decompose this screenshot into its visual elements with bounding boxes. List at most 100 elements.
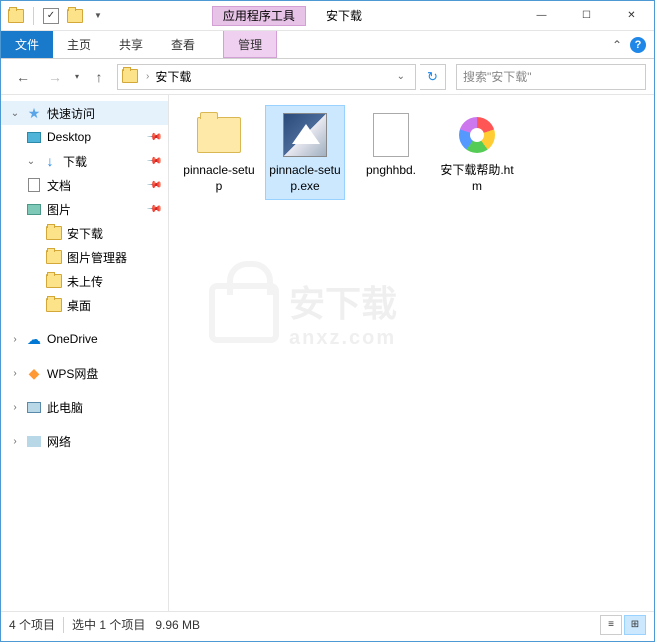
file-name: pinnacle-setup.exe <box>267 163 343 194</box>
sidebar-item-documents[interactable]: 文档 📌 <box>1 173 168 197</box>
pin-icon: 📌 <box>145 129 162 146</box>
help-icon[interactable]: ? <box>630 37 646 53</box>
status-size: 9.96 MB <box>155 618 200 632</box>
view-switcher: ≡ ⊞ <box>600 615 646 635</box>
status-item-count: 4 个项目 <box>9 616 55 633</box>
navigation-bar: ← → ▾ ↑ › 安下载 ⌄ ↻ 搜索"安下载" <box>1 59 654 95</box>
context-tab-label: 应用程序工具 <box>212 6 306 26</box>
ribbon-right: ⌃ ? <box>612 31 654 58</box>
exe-icon <box>281 111 329 159</box>
address-dropdown-icon[interactable]: ⌄ <box>391 71 411 82</box>
sidebar-item-desktop[interactable]: Desktop 📌 <box>1 125 168 149</box>
sidebar-label: 此电脑 <box>47 399 83 416</box>
address-segment[interactable]: 安下载 <box>155 68 191 85</box>
folder-icon <box>45 273 63 289</box>
desktop-icon <box>25 129 43 145</box>
expand-icon[interactable]: › <box>9 402 21 413</box>
address-bar[interactable]: › 安下载 ⌄ <box>117 64 416 90</box>
details-view-button[interactable]: ≡ <box>600 615 622 635</box>
sidebar-label: 文档 <box>47 177 71 194</box>
lock-icon <box>209 283 279 343</box>
up-button[interactable]: ↑ <box>85 63 113 91</box>
sidebar-label: 快速访问 <box>47 105 95 122</box>
new-folder-icon[interactable] <box>64 5 86 27</box>
sidebar-item-desktop2[interactable]: 桌面 <box>1 293 168 317</box>
collapse-icon[interactable]: ⌄ <box>9 108 21 119</box>
pc-icon <box>25 399 43 415</box>
sidebar-item-network[interactable]: › 网络 <box>1 429 168 453</box>
search-placeholder: 搜索"安下载" <box>463 68 532 85</box>
expand-icon[interactable]: › <box>9 436 21 447</box>
watermark-sub: anxz.com <box>289 327 397 350</box>
document-icon <box>25 177 43 193</box>
window-controls: — ☐ ✕ <box>519 1 654 30</box>
sidebar-item-anxiazai[interactable]: 安下载 <box>1 221 168 245</box>
expand-icon[interactable]: ⌄ <box>25 156 37 167</box>
folder-icon <box>45 297 63 313</box>
status-bar: 4 个项目 选中 1 个项目 9.96 MB ≡ ⊞ <box>1 611 654 637</box>
properties-check-icon[interactable]: ✓ <box>40 5 62 27</box>
sidebar-label: WPS网盘 <box>47 365 98 382</box>
folder-icon <box>122 69 140 85</box>
tab-view[interactable]: 查看 <box>157 31 209 58</box>
folder-icon <box>45 249 63 265</box>
navigation-pane: ⌄ ★ 快速访问 Desktop 📌 ⌄ ↓ 下载 📌 文档 📌 图片 📌 安下 <box>1 95 169 611</box>
expand-icon[interactable]: › <box>9 368 21 379</box>
chevron-right-icon[interactable]: › <box>146 71 149 82</box>
pin-icon: 📌 <box>145 177 162 194</box>
sidebar-label: 网络 <box>47 433 71 450</box>
document-icon <box>367 111 415 159</box>
separator <box>33 7 34 25</box>
sidebar-item-downloads[interactable]: ⌄ ↓ 下载 📌 <box>1 149 168 173</box>
refresh-button[interactable]: ↻ <box>420 64 446 90</box>
close-button[interactable]: ✕ <box>609 1 654 30</box>
minimize-button[interactable]: — <box>519 1 564 30</box>
maximize-button[interactable]: ☐ <box>564 1 609 30</box>
tab-share[interactable]: 共享 <box>105 31 157 58</box>
sidebar-label: 安下载 <box>67 225 103 242</box>
separator <box>63 617 64 633</box>
forward-button[interactable]: → <box>41 63 69 91</box>
network-icon <box>25 433 43 449</box>
sidebar-item-wps[interactable]: › ◆ WPS网盘 <box>1 361 168 385</box>
sidebar-label: 未上传 <box>67 273 103 290</box>
star-icon: ★ <box>25 105 43 121</box>
sidebar-item-not-upload[interactable]: 未上传 <box>1 269 168 293</box>
sidebar-item-image-mgr[interactable]: 图片管理器 <box>1 245 168 269</box>
ribbon-tabs: 文件 主页 共享 查看 管理 ⌃ ? <box>1 31 654 59</box>
file-item-doc[interactable]: pnghhbd. <box>351 105 431 200</box>
pin-icon: 📌 <box>145 153 162 170</box>
sidebar-label: Desktop <box>47 130 91 144</box>
quick-access-toolbar: ✓ ▼ <box>1 5 112 27</box>
content-area: ⌄ ★ 快速访问 Desktop 📌 ⌄ ↓ 下载 📌 文档 📌 图片 📌 安下 <box>1 95 654 611</box>
back-button[interactable]: ← <box>9 63 37 91</box>
file-item-folder[interactable]: pinnacle-setup <box>179 105 259 200</box>
pin-icon: 📌 <box>145 201 162 218</box>
qat-dropdown-icon[interactable]: ▼ <box>88 11 108 20</box>
ribbon-collapse-icon[interactable]: ⌃ <box>612 38 622 52</box>
sidebar-item-pictures[interactable]: 图片 📌 <box>1 197 168 221</box>
history-dropdown-icon[interactable]: ▾ <box>73 72 81 81</box>
file-item-htm[interactable]: 安下载帮助.htm <box>437 105 517 200</box>
file-name: pinnacle-setup <box>181 163 257 194</box>
folder-icon[interactable] <box>5 5 27 27</box>
icons-view-button[interactable]: ⊞ <box>624 615 646 635</box>
sidebar-label: 图片 <box>47 201 71 218</box>
sidebar-label: 图片管理器 <box>67 249 127 266</box>
tab-file[interactable]: 文件 <box>1 31 53 58</box>
file-item-exe[interactable]: pinnacle-setup.exe <box>265 105 345 200</box>
tab-home[interactable]: 主页 <box>53 31 105 58</box>
folder-icon <box>45 225 63 241</box>
file-grid: pinnacle-setup pinnacle-setup.exe pnghhb… <box>179 105 644 200</box>
titlebar: ✓ ▼ 应用程序工具 安下载 — ☐ ✕ <box>1 1 654 31</box>
sidebar-quick-access[interactable]: ⌄ ★ 快速访问 <box>1 101 168 125</box>
sidebar-item-this-pc[interactable]: › 此电脑 <box>1 395 168 419</box>
folder-icon <box>195 111 243 159</box>
watermark-main: 安下载 <box>289 275 397 327</box>
search-input[interactable]: 搜索"安下载" <box>456 64 646 90</box>
sidebar-label: 下载 <box>63 153 87 170</box>
expand-icon[interactable]: › <box>9 334 21 345</box>
tab-manage[interactable]: 管理 <box>223 31 277 58</box>
sidebar-item-onedrive[interactable]: › ☁ OneDrive <box>1 327 168 351</box>
file-pane[interactable]: pinnacle-setup pinnacle-setup.exe pnghhb… <box>169 95 654 611</box>
